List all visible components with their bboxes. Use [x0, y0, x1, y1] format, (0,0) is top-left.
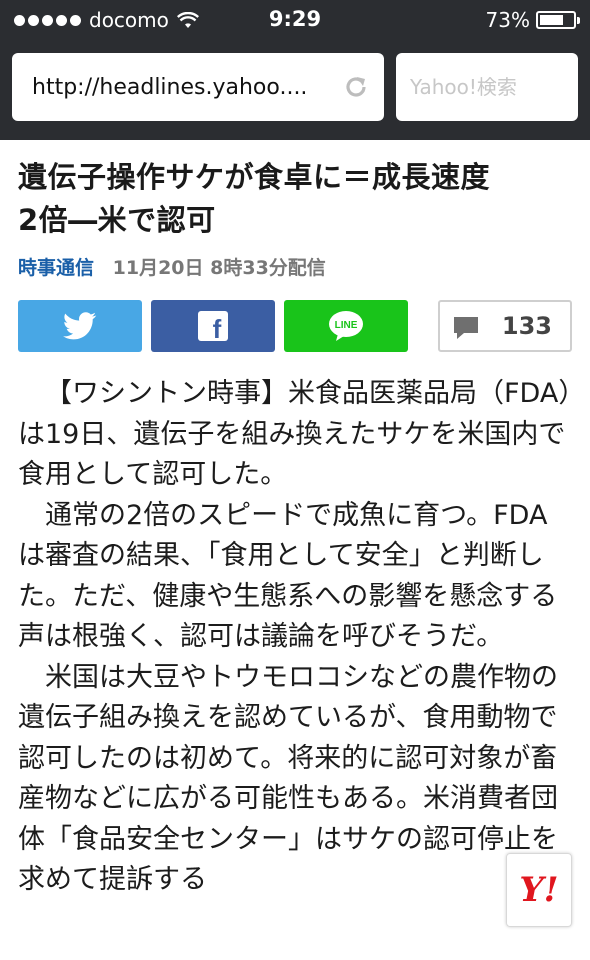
facebook-icon: f — [198, 311, 228, 341]
headline-line-1: 遺伝子操作サケが食卓に＝成長速度 — [18, 160, 491, 194]
svg-text:LINE: LINE — [335, 320, 358, 331]
article-body: 【ワシントン時事】米食品医薬品局（FDA）は19日、遺伝子を組み換えたサケを米国… — [18, 374, 574, 901]
yahoo-floating-button[interactable]: Y! — [506, 853, 572, 927]
twitter-bird-icon — [63, 312, 97, 340]
browser-chrome: docomo 9:29 73% http://headlines.yahoo..… — [0, 0, 590, 140]
line-icon: LINE — [328, 310, 364, 342]
headline-line-2: 2倍―米で認可 — [18, 203, 216, 237]
article-paragraph: 【ワシントン時事】米食品医薬品局（FDA）は19日、遺伝子を組み換えたサケを米国… — [18, 378, 572, 490]
search-input[interactable] — [410, 69, 565, 105]
source-link[interactable]: 時事通信 — [18, 257, 94, 279]
article-paragraph: 通常の2倍のスピードで成魚に育つ。FDAは審査の結果、「食用として安全」と判断し… — [18, 499, 558, 653]
search-bar[interactable] — [396, 53, 578, 121]
article-headline: 遺伝子操作サケが食卓に＝成長速度 2倍―米で認可 — [18, 156, 578, 242]
reload-icon[interactable] — [342, 73, 370, 101]
comments-button[interactable]: 133 — [438, 300, 572, 352]
yahoo-logo-icon: Y! — [519, 870, 559, 910]
article-paragraph: 米国は大豆やトウモロコシなどの農作物の遺伝子組み換えを認めているが、食用動物で認… — [18, 661, 558, 896]
battery-percent: 73% — [485, 8, 530, 32]
publish-date: 11月20日 8時33分配信 — [112, 257, 326, 279]
svg-text:f: f — [213, 314, 222, 341]
comment-icon — [452, 315, 480, 345]
battery-icon — [536, 11, 580, 29]
line-share-button[interactable]: LINE — [284, 300, 408, 352]
address-bar[interactable]: http://headlines.yahoo.... — [12, 53, 384, 121]
facebook-share-button[interactable]: f — [151, 300, 275, 352]
comment-count: 133 — [501, 312, 552, 340]
article-meta: 時事通信 11月20日 8時33分配信 — [18, 253, 326, 280]
url-text[interactable]: http://headlines.yahoo.... — [32, 75, 307, 100]
twitter-share-button[interactable] — [18, 300, 142, 352]
status-bar: docomo 9:29 73% — [0, 0, 590, 40]
